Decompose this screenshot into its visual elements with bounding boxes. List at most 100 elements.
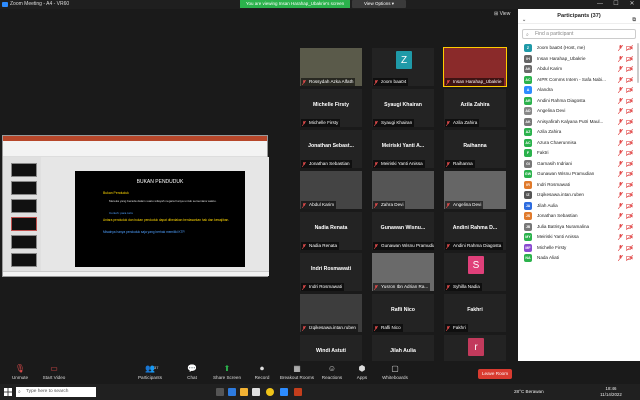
camera-off-icon[interactable] [626, 108, 633, 114]
participant-row[interactable]: AC AIPR Comms Intern - Safa Nabi... [518, 75, 640, 86]
camera-off-icon[interactable] [626, 76, 633, 83]
camera-off-icon[interactable] [626, 223, 633, 230]
muted-mic-icon[interactable] [618, 192, 623, 198]
participant-list-scrollbar[interactable] [637, 43, 639, 83]
camera-off-icon[interactable] [626, 202, 633, 209]
video-tile[interactable]: Rafli Nico Rafli Nico [372, 294, 434, 332]
breakout-rooms-button[interactable]: ▦ Breakout Rooms [277, 364, 317, 384]
whiteboards-button[interactable]: ▢ Whiteboards [375, 364, 415, 384]
camera-off-icon[interactable] [626, 192, 633, 198]
share-screen-button[interactable]: ⬆ Share Screen [207, 364, 247, 384]
camera-off-icon[interactable] [626, 160, 633, 167]
participant-row[interactable]: AR Andini Rahma Diagosta [518, 96, 640, 107]
participant-row[interactable]: F Faktri [518, 148, 640, 159]
muted-mic-icon[interactable] [618, 202, 623, 209]
video-tile[interactable]: Raihanna Raihanna [444, 130, 506, 168]
muted-mic-icon[interactable] [618, 76, 623, 83]
collapse-icon[interactable]: ⌄ [522, 13, 526, 28]
slide-thumbnail[interactable] [11, 235, 37, 249]
leave-room-button[interactable]: Leave Room [478, 369, 512, 379]
slide-thumbnail[interactable] [11, 199, 37, 213]
view-button[interactable]: ⊞ View [494, 11, 510, 17]
video-tile[interactable]: Syaugi Khairan Syaugi Khairan [372, 89, 434, 127]
muted-mic-icon[interactable] [618, 139, 623, 146]
popout-icon[interactable]: ⧉ [632, 13, 636, 28]
participant-row[interactable]: JB Julia Batrisya Nuramalina [518, 222, 640, 233]
participant-row[interactable]: AD Angelina Devi [518, 106, 640, 117]
taskbar-search-box[interactable]: ⌕ Type here to search [16, 387, 96, 397]
view-options-button[interactable]: View Options ▾ [352, 0, 406, 8]
participant-row[interactable]: AC Azura Chaerunnisa [518, 138, 640, 149]
slide-thumbnail[interactable] [11, 253, 37, 267]
muted-mic-icon[interactable] [618, 160, 623, 167]
participant-row[interactable]: IZ Izqikesawa.intan.ruben [518, 190, 640, 201]
weather-status[interactable]: 28°C Berawan [514, 384, 544, 400]
zoom-taskbar-icon[interactable] [280, 388, 288, 396]
participant-row[interactable]: JA Jilah Aulia [518, 201, 640, 212]
video-tile[interactable]: Azila Zahira Azila Zahira [444, 89, 506, 127]
task-view-icon[interactable] [216, 388, 224, 396]
muted-mic-icon[interactable] [618, 244, 623, 251]
video-tile[interactable]: Angelina Devi [444, 171, 506, 209]
muted-mic-icon[interactable] [618, 129, 623, 135]
minimize-button[interactable]: — [592, 0, 608, 9]
slide-thumbnail[interactable] [11, 181, 37, 195]
camera-off-icon[interactable] [626, 255, 633, 261]
participant-row[interactable]: GI Garnasih Indriani [518, 159, 640, 170]
muted-mic-icon[interactable] [618, 255, 623, 261]
camera-off-icon[interactable] [626, 171, 633, 177]
video-tile[interactable]: Fakhri Fakhri [444, 294, 506, 332]
camera-off-icon[interactable] [626, 66, 633, 72]
muted-mic-icon[interactable] [618, 213, 623, 219]
participant-row[interactable]: AK Abdul Karim [518, 64, 640, 75]
participant-row[interactable]: NA Nada Aliati [518, 253, 640, 264]
camera-off-icon[interactable] [626, 97, 633, 104]
maximize-button[interactable]: ☐ [608, 0, 624, 9]
video-tile[interactable]: Yusron Ibn Adrian Ra... [372, 253, 434, 291]
camera-off-icon[interactable] [626, 234, 633, 240]
muted-mic-icon[interactable] [618, 45, 623, 51]
video-tile[interactable]: Izqikesawa.intan.ruben [300, 294, 362, 332]
chat-button[interactable]: 💬 Chat [172, 364, 212, 384]
muted-mic-icon[interactable] [618, 108, 623, 114]
video-tile[interactable]: Michelle Firsty Michelle Firsty [300, 89, 362, 127]
participant-row[interactable]: JS Jonathan Sebastian [518, 211, 640, 222]
windows-start-icon[interactable] [4, 388, 12, 396]
camera-off-icon[interactable] [626, 213, 633, 219]
store-icon[interactable] [252, 388, 260, 396]
video-tile[interactable]: Insan Harahap_Ubakrie [443, 47, 507, 87]
video-tile[interactable]: S Syhilla Nadia [444, 253, 506, 291]
video-tile[interactable]: Indri Rosmawati Indri Rosmawati [300, 253, 362, 291]
edge-icon[interactable] [228, 388, 236, 396]
video-tile[interactable]: Abdul Karim [300, 171, 362, 209]
video-tile[interactable]: Gunawan Wisnu... Gunawan Wisnu Pramudian [372, 212, 434, 250]
participant-row[interactable]: IR Indri Rosmawati [518, 180, 640, 191]
chrome-icon[interactable] [266, 388, 274, 396]
camera-off-icon[interactable] [626, 87, 633, 93]
slide-thumbnail-selected[interactable] [11, 217, 37, 231]
participant-row[interactable]: Zzoom baa04 (Host, me) [518, 43, 640, 54]
camera-off-icon[interactable] [626, 45, 633, 51]
muted-mic-icon[interactable] [618, 234, 623, 240]
video-tile[interactable]: Meiriski Yanti A... Meiriski Yanti Anissa [372, 130, 434, 168]
participant-row[interactable]: MF Michelle Firsty [518, 243, 640, 254]
participant-row[interactable]: AK Anisyafirah Kalyana Putri Maul... [518, 117, 640, 128]
participant-row[interactable]: IH Insan Harahap_Ubakrie [518, 54, 640, 65]
start-video-button[interactable]: ▭ Start Video [34, 364, 74, 384]
close-button[interactable]: ✕ [624, 0, 640, 9]
muted-mic-icon[interactable] [618, 150, 623, 156]
participant-row[interactable]: GW Gunawan Wisnu Pramudian [518, 169, 640, 180]
participant-row[interactable]: A Alandra [518, 85, 640, 96]
video-tile[interactable]: Jonathan Sebast... Jonathan Sebastian [300, 130, 362, 168]
camera-off-icon[interactable] [626, 139, 633, 146]
file-explorer-icon[interactable] [240, 388, 248, 396]
muted-mic-icon[interactable] [618, 171, 623, 177]
video-tile[interactable]: Zzoom baa04 [372, 48, 434, 86]
record-button[interactable]: ⏺ Record [242, 364, 282, 384]
muted-mic-icon[interactable] [618, 87, 623, 93]
camera-off-icon[interactable] [626, 129, 633, 135]
muted-mic-icon[interactable] [618, 97, 623, 104]
camera-off-icon[interactable] [626, 55, 633, 62]
video-tile[interactable]: Zahra Devi [372, 171, 434, 209]
clock[interactable]: 18:46 11/14/2022 [596, 386, 626, 398]
